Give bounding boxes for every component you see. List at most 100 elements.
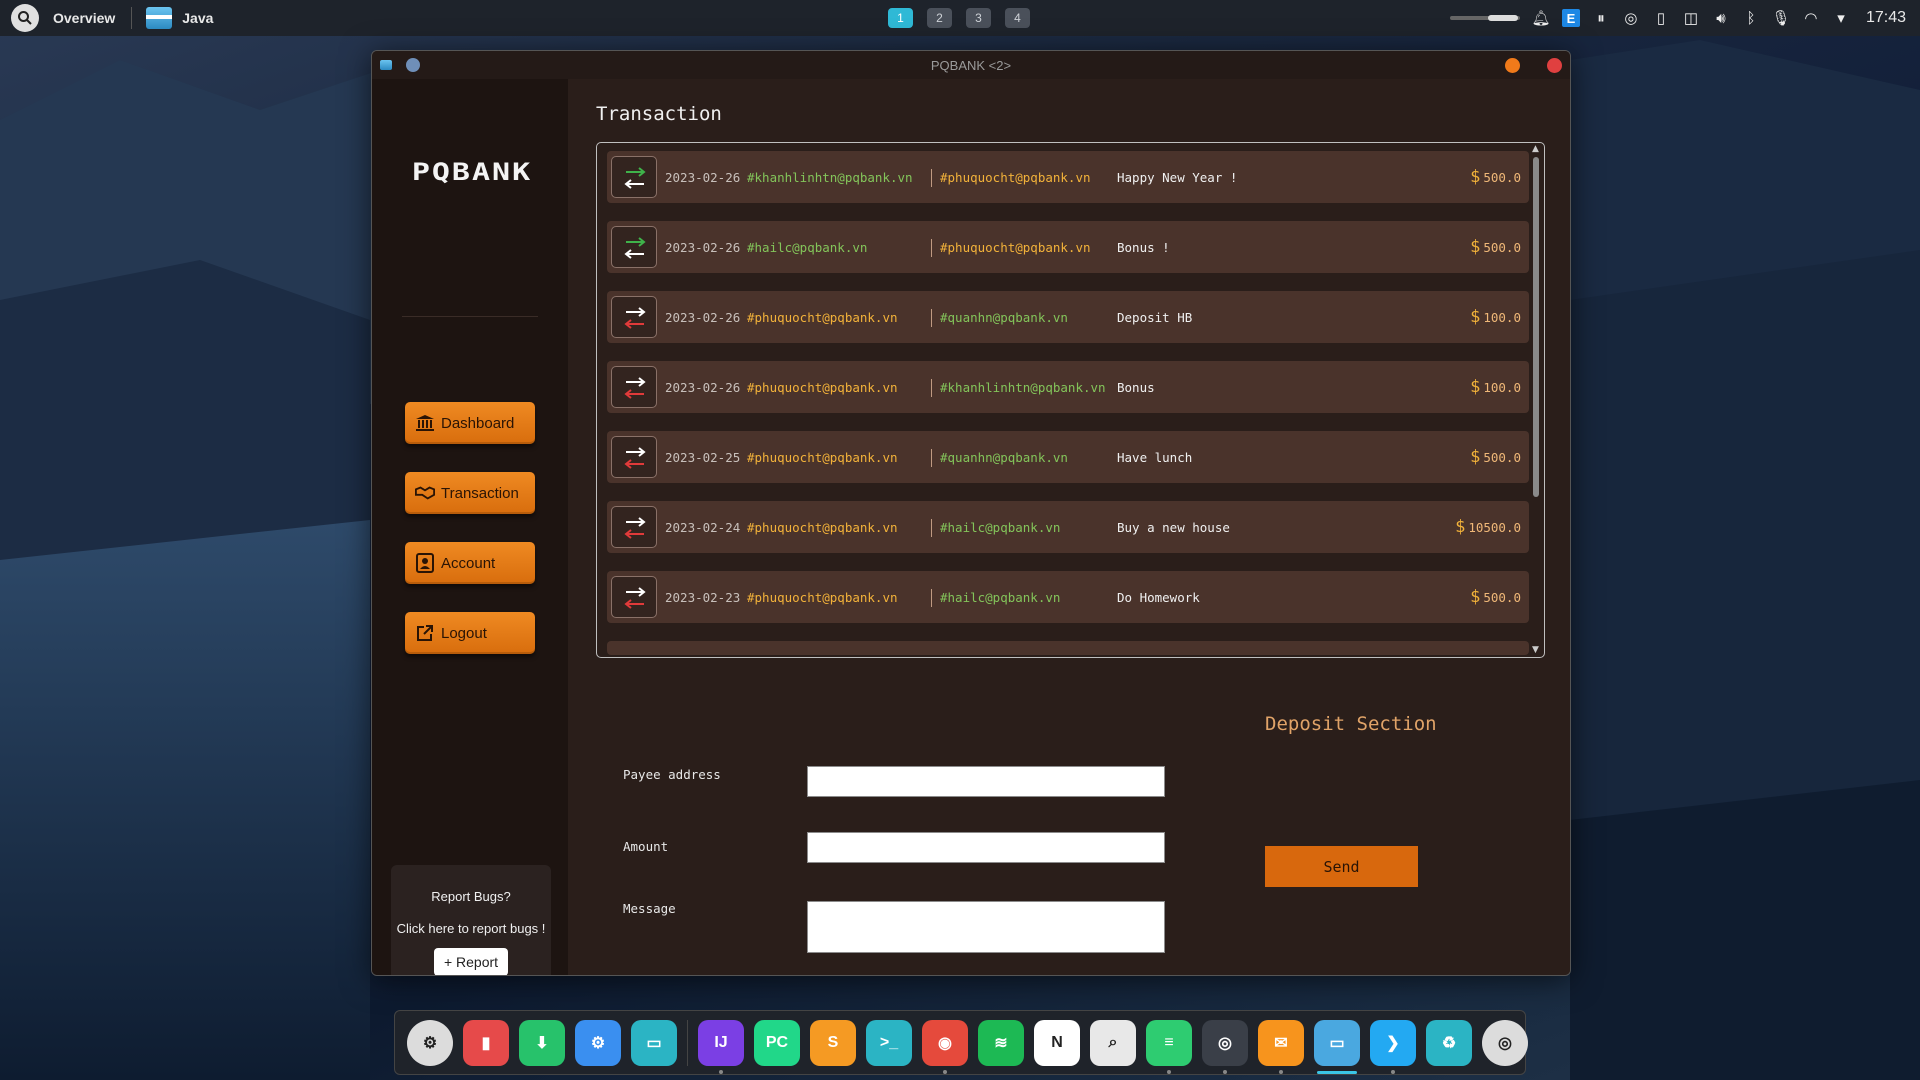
chrome-icon[interactable]: ◉ — [922, 1019, 968, 1074]
workspace-3[interactable]: 3 — [966, 8, 991, 28]
dock-glyph: ♻ — [1441, 1034, 1457, 1052]
amount-input[interactable] — [807, 832, 1165, 863]
transaction-sender: #phuquocht@pqbank.vn — [747, 309, 898, 325]
ubuntu-settings-icon[interactable]: ⚙ — [407, 1019, 453, 1066]
microphone-icon[interactable]: 🎙︎ — [1771, 9, 1790, 27]
amount-value: 100.0 — [1483, 310, 1521, 325]
message-input[interactable] — [807, 901, 1165, 953]
transaction-row[interactable]: 2023-02-25 #phuquocht@pqbank.vn #quanhn@… — [607, 431, 1529, 483]
e-app-icon[interactable]: E — [1561, 9, 1580, 27]
dock-glyph: >_ — [879, 1033, 899, 1051]
running-indicator — [1223, 1069, 1227, 1074]
running-indicator — [1279, 1069, 1283, 1074]
scroll-up-icon[interactable]: ▲ — [1532, 145, 1541, 154]
window-titlebar[interactable]: PQBANK <2> — [372, 51, 1570, 79]
screen-cast-icon[interactable]: ◫ — [1682, 9, 1700, 27]
report-title: Report Bugs? — [431, 889, 511, 904]
transaction-sender: #phuquocht@pqbank.vn — [747, 379, 898, 395]
report-button[interactable]: + Report — [433, 948, 509, 975]
dollar-icon: $ — [1470, 447, 1481, 467]
transaction-row[interactable]: 2023-02-24 #phuquocht@pqbank.vn #hailc@p… — [607, 501, 1529, 553]
send-button[interactable]: Send — [1265, 846, 1418, 887]
notion-icon[interactable]: N — [1034, 1019, 1080, 1066]
trash-icon[interactable]: ♻ — [1426, 1019, 1472, 1066]
transaction-amount: $500.0 — [1470, 447, 1521, 467]
workspace-4[interactable]: 4 — [1005, 8, 1030, 28]
dashboard-button[interactable]: Dashboard — [405, 402, 535, 444]
dock-glyph: IJ — [714, 1033, 728, 1051]
transaction-sender: #phuquocht@pqbank.vn — [747, 519, 898, 535]
deposit-section-title: Deposit Section — [1265, 713, 1437, 735]
transaction-row[interactable]: 2023-02-23 #phuquocht@pqbank.vn #hailc@p… — [607, 571, 1529, 623]
files-icon[interactable]: ▭ — [631, 1019, 677, 1066]
transaction-row[interactable]: 2023-02-26 #khanhlinhtn@pqbank.vn #phuqu… — [607, 151, 1529, 203]
column-divider — [931, 519, 932, 537]
active-app-label[interactable]: Java — [182, 10, 213, 26]
report-subtitle[interactable]: Click here to report bugs ! — [391, 921, 551, 936]
obs-icon[interactable]: ◎ — [1202, 1019, 1248, 1074]
transaction-scrollbar[interactable]: ▲ ▼ — [1530, 145, 1542, 655]
scroll-thumb[interactable] — [1533, 157, 1539, 497]
search-icon[interactable] — [11, 4, 39, 32]
transaction-list-panel[interactable]: 2023-02-26 #khanhlinhtn@pqbank.vn #phuqu… — [596, 142, 1545, 658]
clock[interactable]: 17:43 — [1866, 9, 1906, 27]
payee-address-input[interactable] — [807, 766, 1165, 797]
dock-glyph: ▭ — [646, 1034, 662, 1052]
page-title: Transaction — [596, 103, 722, 125]
column-divider — [931, 449, 932, 467]
dollar-icon: $ — [1470, 167, 1481, 187]
system-settings-icon[interactable]: ⚙ — [575, 1019, 621, 1066]
transaction-row[interactable]: 2023-02-26 #phuquocht@pqbank.vn #quanhn@… — [607, 291, 1529, 343]
terminal-icon[interactable]: >_ — [866, 1019, 912, 1066]
bluetooth-icon[interactable]: ᛒ — [1742, 9, 1760, 27]
transaction-recipient: #phuquocht@pqbank.vn — [940, 169, 1091, 185]
transaction-message: Do Homework — [1117, 589, 1200, 605]
logout-button[interactable]: Logout — [405, 612, 535, 654]
wifi-icon[interactable]: ◠ — [1802, 9, 1820, 27]
account-button[interactable]: Account — [405, 542, 535, 584]
close-button[interactable] — [1547, 58, 1562, 73]
panel-divider — [131, 7, 133, 29]
database-icon[interactable]: ≡ — [1146, 1019, 1192, 1074]
dock-glyph: ≋ — [994, 1034, 1008, 1052]
pause-icon[interactable]: ⏸︎ — [1592, 9, 1610, 27]
transaction-date: 2023-02-25 — [665, 449, 741, 465]
dock-glyph: ⚙ — [590, 1034, 606, 1052]
obs-icon[interactable]: ◎ — [1622, 9, 1640, 27]
scroll-down-icon[interactable]: ▼ — [1532, 646, 1541, 655]
transaction-button[interactable]: Transaction — [405, 472, 535, 514]
dock-glyph: ⌕ — [1108, 1033, 1118, 1051]
workspace-2[interactable]: 2 — [927, 8, 952, 28]
vscode-icon[interactable]: ❯ — [1370, 1019, 1416, 1074]
transaction-recipient: #quanhn@pqbank.vn — [940, 449, 1068, 465]
volume-icon[interactable]: 🔊︎ — [1712, 9, 1730, 27]
overview-button[interactable]: Overview — [53, 10, 115, 26]
dock-glyph: ▭ — [1329, 1034, 1345, 1052]
dock-glyph: ❯ — [1386, 1034, 1400, 1052]
transaction-message: Deposit HB — [1117, 309, 1193, 325]
running-indicator — [1391, 1069, 1395, 1074]
amount-value: 500.0 — [1483, 170, 1521, 185]
intellij-icon[interactable]: IJ — [698, 1019, 744, 1074]
sublime-text-icon[interactable]: S — [810, 1019, 856, 1066]
download-manager-icon[interactable]: ⬇ — [519, 1019, 565, 1066]
transaction-row-partial[interactable] — [607, 641, 1529, 655]
minimize-button[interactable] — [1505, 58, 1520, 73]
transaction-row[interactable]: 2023-02-26 #phuquocht@pqbank.vn #khanhli… — [607, 361, 1529, 413]
transaction-date: 2023-02-26 — [665, 309, 741, 325]
clipboard-icon[interactable]: ▯ — [1652, 9, 1670, 27]
transaction-row[interactable]: 2023-02-26 #hailc@pqbank.vn #phuquocht@p… — [607, 221, 1529, 273]
postman-icon[interactable]: ✉ — [1258, 1019, 1304, 1074]
audio-mixer-icon[interactable]: ▮ — [463, 1019, 509, 1066]
brightness-slider[interactable] — [1449, 15, 1520, 21]
dropdown-icon[interactable]: ▾ — [1832, 9, 1850, 27]
search-tool-icon[interactable]: ⌕ — [1090, 1019, 1136, 1066]
spotify-icon[interactable]: ≋ — [978, 1019, 1024, 1066]
pycharm-icon[interactable]: PC — [754, 1019, 800, 1066]
workspace-1[interactable]: 1 — [888, 8, 913, 28]
workspace-switcher: 1 2 3 4 — [888, 8, 1030, 28]
column-divider — [931, 239, 932, 257]
java-app-icon[interactable]: ▭ — [1314, 1019, 1360, 1074]
disk-icon[interactable]: ◎ — [1482, 1019, 1528, 1066]
notification-bell-icon[interactable]: 🔔︎ — [1531, 9, 1550, 27]
